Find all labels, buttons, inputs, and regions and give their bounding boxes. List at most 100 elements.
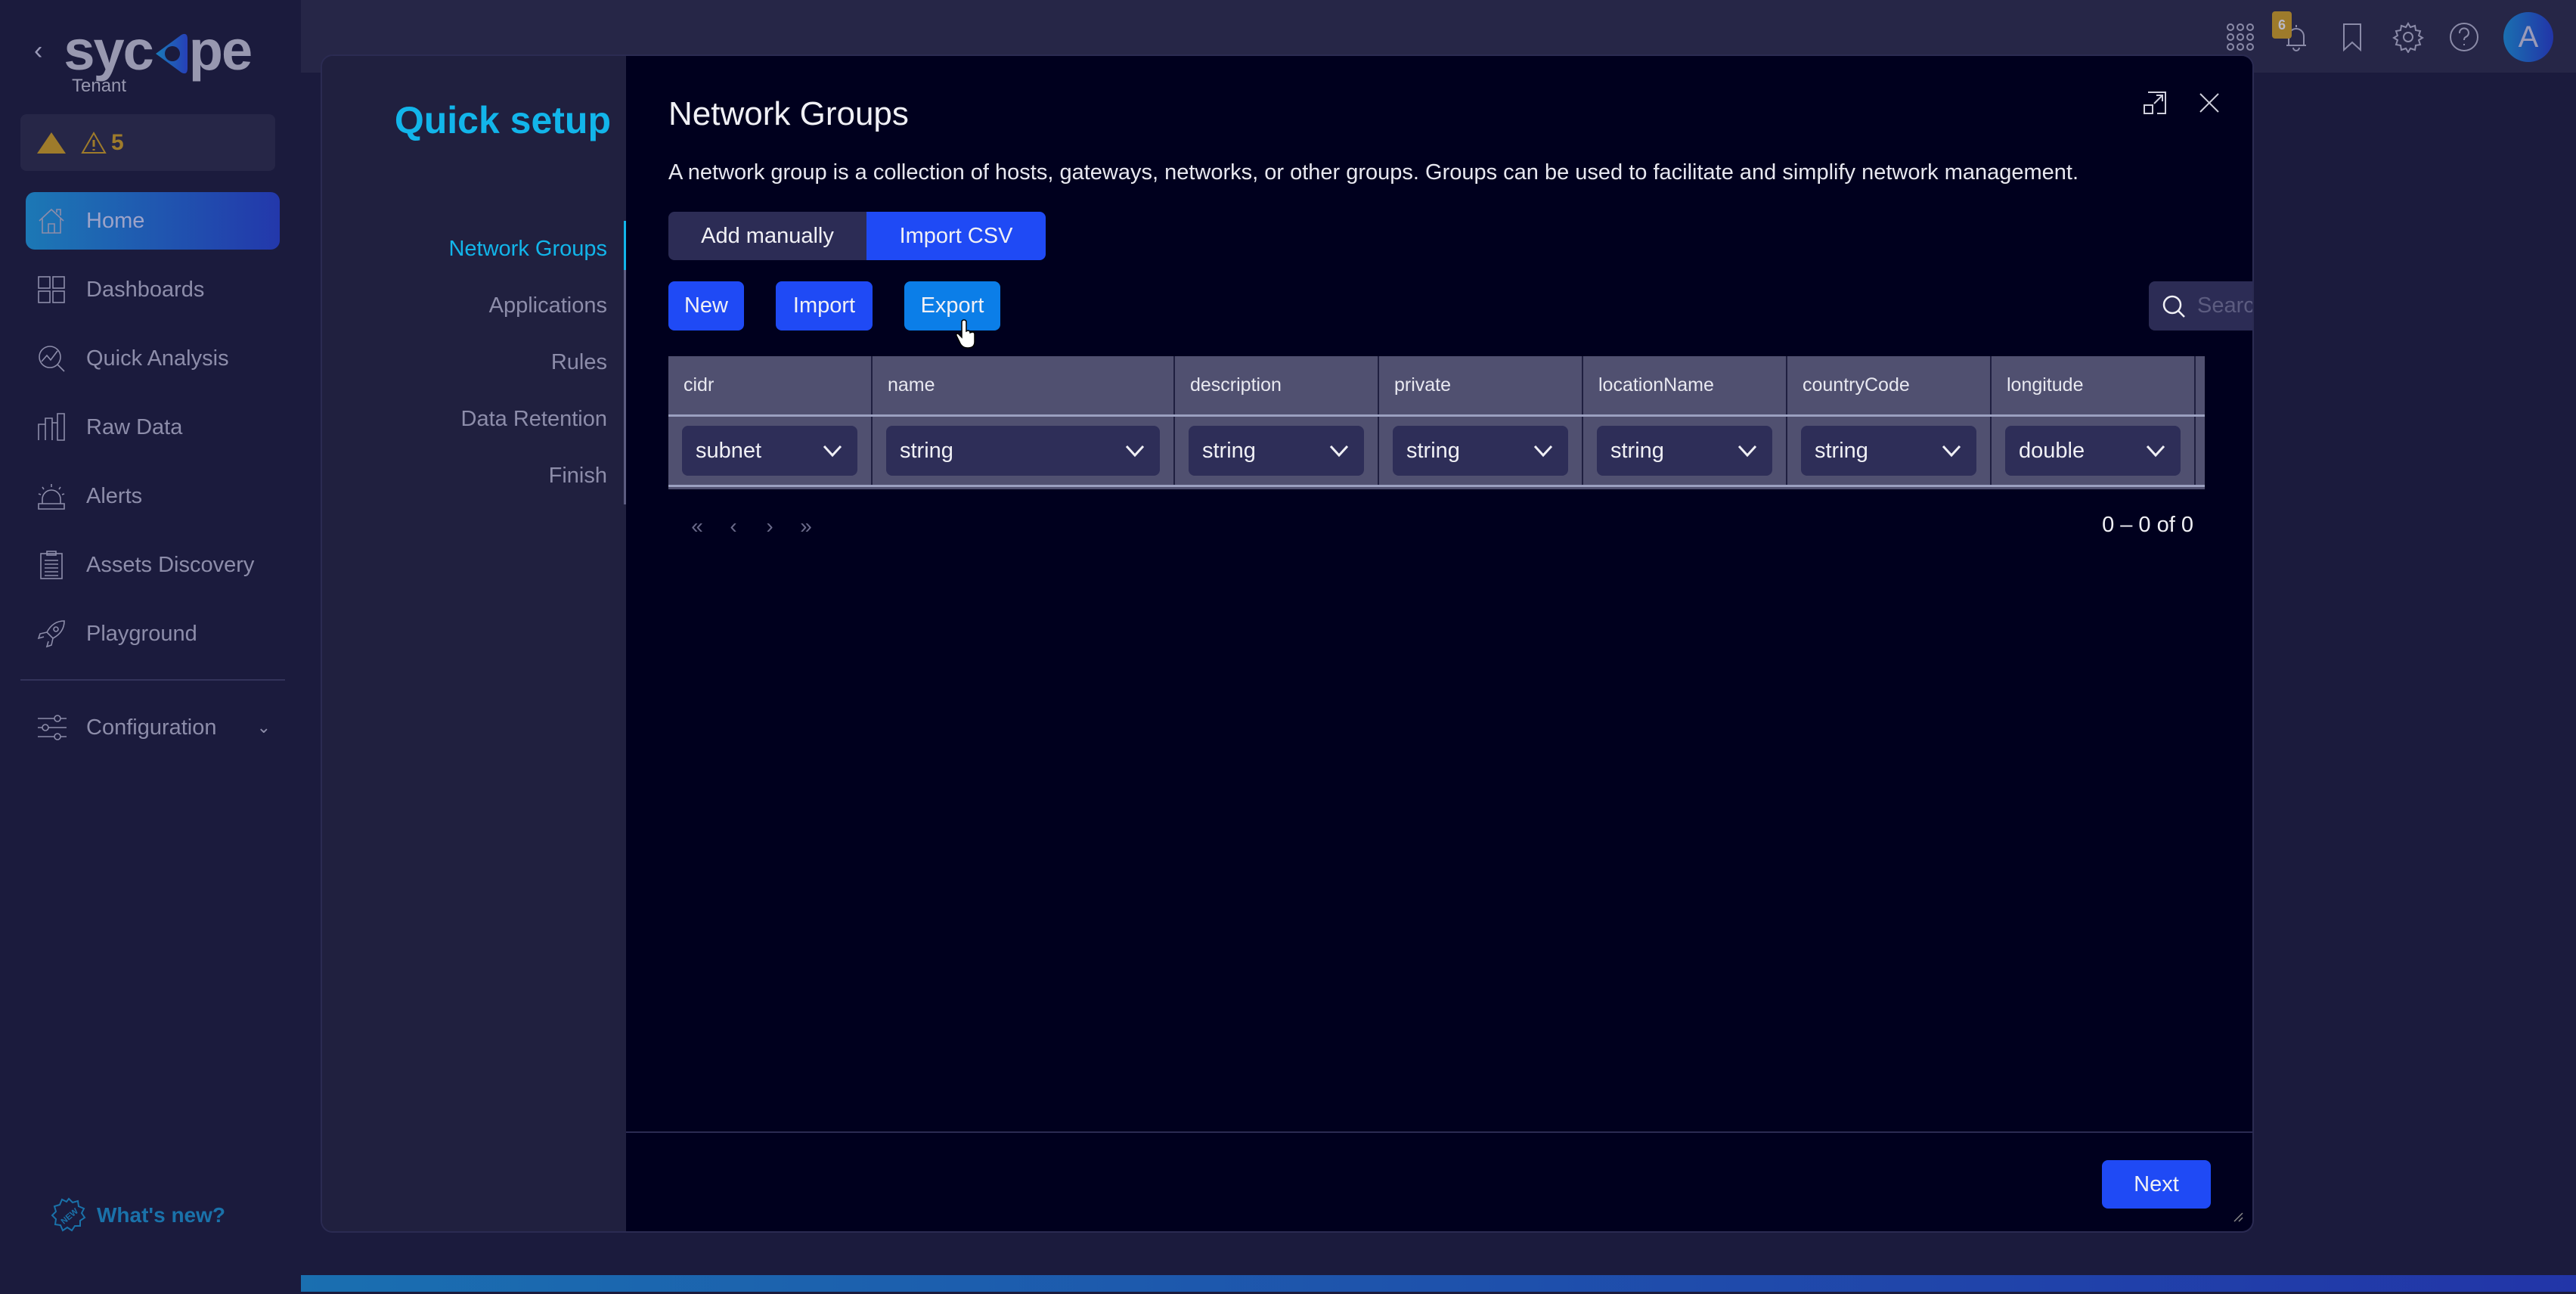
tab-import-csv[interactable]: Import CSV [866, 212, 1046, 260]
hand-cursor-icon [956, 319, 975, 349]
sidebar-nav: Home Dashboards Quick Analysis Raw Data … [26, 192, 280, 674]
first-page-button[interactable]: « [687, 514, 708, 538]
collapse-sidebar-icon[interactable]: ‹ [34, 36, 42, 66]
sidebar-item-configuration[interactable]: Configuration ⌄ [36, 705, 271, 750]
mode-toggle: Add manually Import CSV [668, 212, 1046, 260]
warning-count: 5 [81, 130, 124, 156]
type-select[interactable]: subnet [682, 426, 857, 476]
sidebar-item-label: Configuration [86, 715, 217, 740]
type-select[interactable]: double [2005, 426, 2181, 476]
type-select-value: string [1610, 438, 1664, 463]
column-header: private [1379, 356, 1583, 414]
type-select[interactable]: string [886, 426, 1160, 476]
bottom-accent-bar [301, 1275, 2576, 1292]
sidebar-item-home[interactable]: Home [26, 192, 280, 250]
close-icon[interactable] [2196, 90, 2222, 116]
modal-description: A network group is a collection of hosts… [668, 160, 2079, 185]
sidebar-item-raw-data[interactable]: Raw Data [26, 399, 280, 456]
type-cell: string [1175, 417, 1379, 485]
chevron-down-icon [1737, 445, 1757, 458]
new-button[interactable]: New [668, 281, 744, 330]
help-icon[interactable] [2447, 20, 2481, 54]
type-cell: subnet [668, 417, 873, 485]
warning-icon [81, 131, 107, 154]
step-network-groups[interactable]: Network Groups [339, 221, 626, 278]
column-header: cidr [668, 356, 873, 414]
logo-row: ‹ syc pe [34, 19, 253, 82]
export-button[interactable]: Export [904, 281, 1000, 330]
sidebar-item-quick-analysis[interactable]: Quick Analysis [26, 330, 280, 387]
chevron-down-icon [1329, 445, 1349, 458]
column-header: countryCode [1787, 356, 1992, 414]
clipboard-icon [40, 551, 63, 579]
type-cell: double [1992, 417, 2196, 485]
type-cell: string [1787, 417, 1992, 485]
import-button[interactable]: Import [776, 281, 873, 330]
pagination-range: 0 – 0 of 0 [2102, 513, 2193, 537]
sidebar-item-label: Assets Discovery [86, 552, 255, 577]
type-select-row: subnet string string string string strin… [668, 417, 2205, 487]
modal-content: Network Groups A network group is a coll… [626, 56, 2252, 1231]
type-select[interactable]: string [1189, 426, 1364, 476]
footer-divider [626, 1131, 2252, 1133]
sidebar-item-label: Quick Analysis [86, 346, 229, 371]
step-finish[interactable]: Finish [339, 448, 624, 504]
modal-window-actions [2142, 90, 2222, 116]
type-select[interactable]: string [1393, 426, 1568, 476]
quick-analysis-icon [39, 346, 65, 372]
notifications-button[interactable]: 6 [2272, 11, 2313, 54]
logo-play-icon [151, 29, 191, 74]
chevron-down-icon [1533, 445, 1553, 458]
expand-icon[interactable] [2142, 90, 2168, 116]
type-select-value: string [1406, 438, 1460, 463]
gear-icon[interactable] [2392, 20, 2425, 54]
table-actions: New Import Export [668, 281, 1000, 330]
sycope-logo: syc pe [64, 19, 253, 82]
type-cell: string [1379, 417, 1583, 485]
search-input[interactable] [2197, 293, 2252, 318]
whats-new-link[interactable]: NEW What's new? [50, 1196, 225, 1234]
type-select[interactable]: string [1597, 426, 1772, 476]
prev-page-button[interactable]: ‹ [723, 514, 744, 538]
tenant-label: Tenant [72, 76, 127, 96]
apps-grid-icon[interactable] [2224, 20, 2257, 54]
app-root: 6 A ‹ syc pe Tenant 5 Home Dashboards Qu… [0, 0, 2576, 1294]
table-header-row: cidr name description private locationNa… [668, 356, 2205, 417]
sidebar-item-label: Playground [86, 621, 197, 646]
sidebar-item-label: Dashboards [86, 277, 205, 302]
csv-mapping-table: cidr name description private locationNa… [668, 356, 2205, 489]
bar-chart-icon [38, 413, 65, 441]
next-button[interactable]: Next [2102, 1160, 2211, 1209]
quick-setup-title: Quick setup [394, 99, 611, 141]
column-header-overflow [2196, 356, 2205, 414]
next-page-button[interactable]: › [759, 514, 780, 538]
top-bar-icons: 6 A [2224, 11, 2553, 64]
step-applications[interactable]: Applications [339, 278, 624, 334]
step-rules[interactable]: Rules [339, 334, 624, 391]
sidebar-item-playground[interactable]: Playground [26, 605, 280, 663]
step-data-retention[interactable]: Data Retention [339, 391, 624, 448]
logo-text-right: pe [188, 19, 253, 82]
last-page-button[interactable]: » [795, 514, 817, 538]
user-avatar[interactable]: A [2503, 12, 2553, 62]
bookmark-icon[interactable] [2336, 20, 2369, 54]
modal-title: Network Groups [668, 95, 909, 132]
dashboard-icon [38, 276, 65, 303]
type-cell: string [873, 417, 1175, 485]
sidebar-item-dashboards[interactable]: Dashboards [26, 261, 280, 318]
resize-handle-icon[interactable] [2233, 1212, 2243, 1222]
sliders-icon [38, 715, 67, 740]
logo-text-left: syc [64, 19, 153, 82]
pagination-controls: « ‹ › » [687, 514, 817, 538]
type-select[interactable]: string [1801, 426, 1976, 476]
type-select-value: string [1815, 438, 1868, 463]
alerts-summary[interactable]: 5 [20, 114, 275, 171]
notification-badge: 6 [2272, 11, 2292, 39]
alert-triangle-icon [37, 132, 66, 154]
tab-add-manually[interactable]: Add manually [668, 212, 866, 260]
chevron-down-icon [2146, 445, 2165, 458]
sidebar-item-assets-discovery[interactable]: Assets Discovery [26, 536, 280, 594]
sidebar-item-alerts[interactable]: Alerts [26, 467, 280, 525]
chevron-down-icon [1942, 445, 1961, 458]
search-box[interactable] [2149, 281, 2252, 330]
